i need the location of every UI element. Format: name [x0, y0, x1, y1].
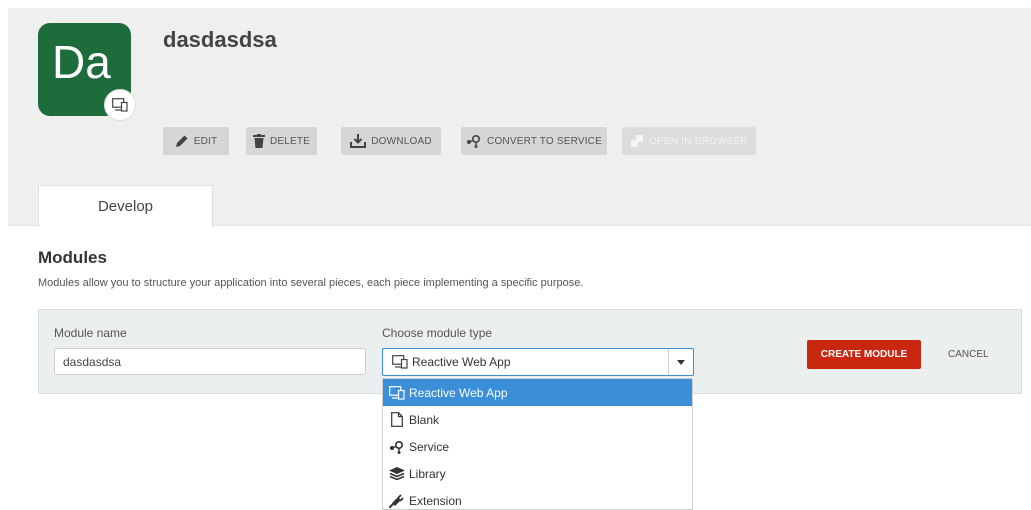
module-type-label: Choose module type — [382, 326, 493, 340]
create-module-button[interactable]: CREATE MODULE — [807, 340, 921, 369]
convert-label: CONVERT TO SERVICE — [487, 135, 602, 147]
open-in-browser-button[interactable]: OPEN IN BROWSER — [622, 127, 756, 155]
open-in-browser-label: OPEN IN BROWSER — [649, 135, 748, 147]
module-name-label: Module name — [54, 326, 127, 340]
module-name-value: dasdasdsa — [63, 354, 122, 369]
convert-to-service-button[interactable]: CONVERT TO SERVICE — [461, 127, 607, 155]
option-label: Library — [409, 466, 446, 481]
download-button[interactable]: DOWNLOAD — [341, 127, 441, 155]
tab-develop-label: Develop — [97, 198, 154, 215]
delete-button[interactable]: DELETE — [246, 127, 317, 155]
option-blank[interactable]: Blank — [383, 406, 692, 433]
option-label: Extension — [409, 493, 462, 508]
app-title: dasdasdsa — [163, 27, 277, 52]
pencil-icon — [175, 135, 188, 147]
module-type-select[interactable]: Reactive Web App — [382, 348, 694, 376]
trash-icon — [252, 134, 265, 148]
caret-down-icon[interactable] — [668, 349, 693, 375]
tab-develop[interactable]: Develop — [38, 185, 213, 227]
option-label: Blank — [409, 412, 440, 427]
option-library[interactable]: Library — [383, 460, 692, 487]
option-extension[interactable]: Extension — [383, 487, 692, 509]
devices-icon — [388, 385, 406, 400]
download-label: DOWNLOAD — [371, 135, 432, 147]
modules-description: Modules allow you to structure your appl… — [38, 277, 584, 289]
option-reactive-web-app[interactable]: Reactive Web App — [383, 379, 692, 406]
edit-label: EDIT — [193, 135, 218, 147]
devices-icon — [104, 89, 136, 121]
service-icon — [467, 134, 481, 148]
option-label: Service — [409, 439, 450, 454]
download-icon — [350, 134, 367, 148]
app-icon-text: Da — [52, 36, 111, 88]
external-link-icon — [631, 135, 644, 147]
modules-heading: Modules — [38, 248, 107, 267]
edit-button[interactable]: EDIT — [163, 127, 229, 155]
option-service[interactable]: Service — [383, 433, 692, 460]
cancel-button[interactable]: CANCEL — [948, 349, 989, 360]
devices-icon — [392, 355, 408, 369]
layers-icon — [388, 467, 406, 480]
option-label: Reactive Web App — [409, 385, 508, 400]
delete-label: DELETE — [269, 135, 311, 147]
module-type-selected: Reactive Web App — [412, 355, 511, 369]
module-name-input[interactable]: dasdasdsa — [54, 348, 366, 375]
app-icon: Da — [38, 23, 136, 121]
module-type-dropdown: Reactive Web App Blank Service Library E… — [382, 378, 693, 510]
plug-icon — [388, 493, 406, 508]
service-icon — [388, 440, 406, 454]
file-icon — [388, 412, 406, 427]
